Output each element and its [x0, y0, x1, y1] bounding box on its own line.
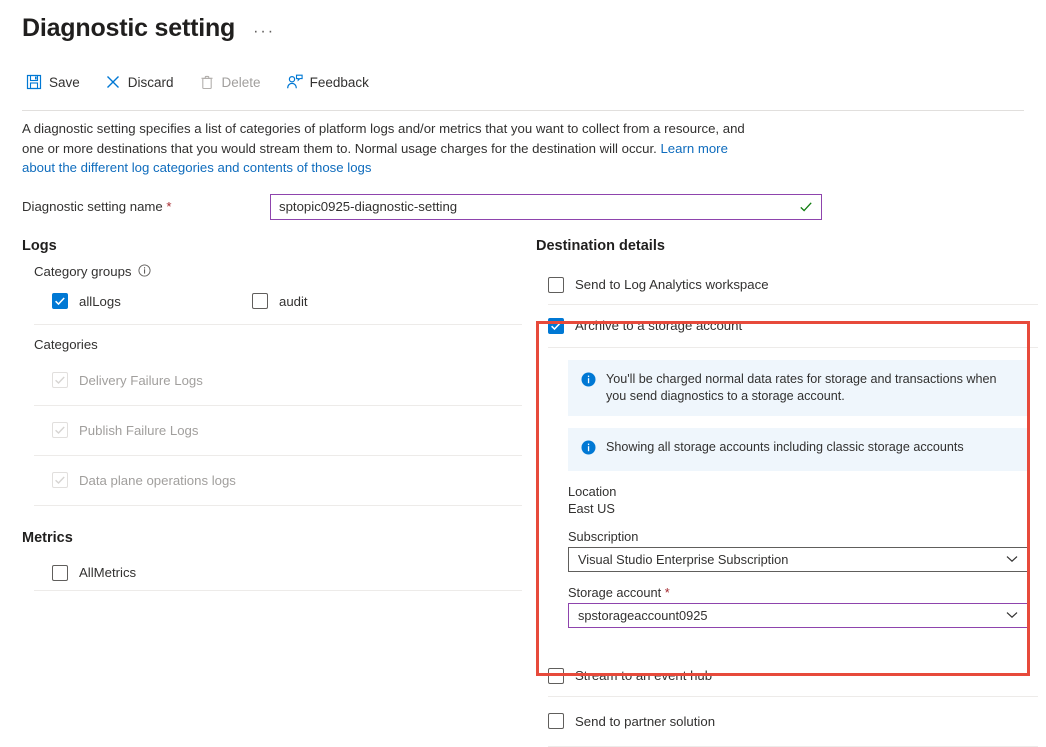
chevron-down-icon [1006, 550, 1018, 568]
label-delivery-failure-logs: Delivery Failure Logs [79, 373, 203, 388]
discard-label: Discard [128, 75, 174, 90]
page-title: Diagnostic setting [22, 11, 235, 45]
diagnostic-setting-name-row: Diagnostic setting name * [22, 194, 1024, 220]
delete-label: Delete [222, 75, 261, 90]
chevron-down-icon [1006, 606, 1018, 624]
checkbox-allLogs[interactable] [52, 293, 68, 309]
storage-account-label: Storage account * [568, 585, 1046, 600]
categories-label-row: Categories [34, 337, 524, 352]
settings-body: Logs Category groups [0, 238, 1046, 747]
description-body: A diagnostic setting specifies a list of… [22, 121, 745, 156]
feedback-label: Feedback [310, 75, 369, 90]
location-label: Location [568, 484, 1046, 499]
diagnostic-setting-name-input[interactable] [271, 195, 821, 219]
diagnostic-setting-page: Diagnostic setting ··· Save Discard [0, 0, 1046, 747]
checkbox-publish-failure-logs [52, 422, 68, 438]
label-allLogs: allLogs [79, 294, 121, 309]
more-options-icon[interactable]: ··· [253, 27, 275, 37]
metrics-section-title: Metrics [22, 530, 524, 546]
location-value: East US [568, 501, 1046, 516]
description-text: A diagnostic setting specifies a list of… [22, 111, 762, 178]
category-groups-label: Category groups [34, 264, 132, 279]
info-circle-icon [581, 372, 596, 405]
valid-check-icon [799, 200, 813, 219]
spacer [548, 628, 1046, 644]
label-audit: audit [279, 294, 308, 309]
destination-row-log-analytics[interactable]: Send to Log Analytics workspace [532, 266, 1046, 304]
name-label-text: Diagnostic setting name [22, 199, 163, 214]
feedback-button[interactable]: Feedback [284, 71, 379, 93]
archive-storage-panel: You'll be charged normal data rates for … [532, 360, 1046, 644]
diagnostic-setting-name-input-wrap[interactable] [270, 194, 822, 220]
info-message-classic-accounts: Showing all storage accounts including c… [568, 428, 1028, 471]
subscription-selected-value: Visual Studio Enterprise Subscription [569, 552, 1006, 567]
checkbox-event-hub[interactable] [548, 668, 564, 684]
info-circle-icon [581, 440, 596, 460]
discard-button[interactable]: Discard [103, 71, 184, 93]
checkbox-audit[interactable] [252, 293, 268, 309]
checkbox-delivery-failure-logs [52, 372, 68, 388]
category-row-data-plane-operations-logs: Data plane operations logs [22, 456, 524, 505]
storage-account-select[interactable]: spstorageaccount0925 [568, 603, 1028, 628]
divider [34, 324, 522, 325]
checkbox-log-analytics[interactable] [548, 277, 564, 293]
required-asterisk: * [665, 585, 670, 600]
info-message-data-rates: You'll be charged normal data rates for … [568, 360, 1028, 416]
label-partner-solution: Send to partner solution [575, 714, 715, 729]
metrics-row-allmetrics[interactable]: AllMetrics [22, 556, 524, 590]
subscription-label: Subscription [568, 529, 1046, 544]
divider [548, 746, 1038, 747]
diagnostic-setting-name-label: Diagnostic setting name * [22, 199, 270, 214]
checkbox-data-plane-operations-logs [52, 472, 68, 488]
divider [34, 590, 522, 591]
save-label: Save [49, 75, 80, 90]
divider [548, 347, 1038, 348]
label-archive-storage: Archive to a storage account [575, 318, 742, 333]
required-asterisk: * [166, 199, 171, 214]
category-row-delivery-failure-logs: Delivery Failure Logs [22, 356, 524, 405]
command-bar: Save Discard Delete [0, 64, 1046, 100]
label-event-hub: Stream to an event hub [575, 668, 712, 683]
save-button[interactable]: Save [24, 71, 90, 93]
checkbox-allmetrics[interactable] [52, 565, 68, 581]
info-icon[interactable] [138, 264, 151, 280]
logs-section-title: Logs [22, 238, 524, 254]
info-message-data-rates-text: You'll be charged normal data rates for … [606, 371, 1016, 405]
trash-icon [199, 74, 215, 90]
label-log-analytics: Send to Log Analytics workspace [575, 277, 769, 292]
category-group-allLogs[interactable]: allLogs [52, 293, 252, 309]
destination-details-column: Destination details Send to Log Analytic… [524, 238, 1046, 747]
storage-account-selected-value: spstorageaccount0925 [569, 608, 1006, 623]
save-icon [26, 74, 42, 90]
checkbox-archive-storage[interactable] [548, 318, 564, 334]
close-icon [105, 74, 121, 90]
category-row-publish-failure-logs: Publish Failure Logs [22, 406, 524, 455]
divider [34, 505, 522, 506]
label-allmetrics: AllMetrics [79, 565, 136, 580]
destination-details-title: Destination details [536, 238, 1046, 254]
label-data-plane-operations-logs: Data plane operations logs [79, 473, 236, 488]
storage-account-label-text: Storage account [568, 585, 661, 600]
category-groups-row: allLogs audit [22, 286, 524, 317]
destination-row-archive-storage[interactable]: Archive to a storage account [532, 305, 1046, 347]
info-message-classic-accounts-text: Showing all storage accounts including c… [606, 439, 964, 460]
subscription-select[interactable]: Visual Studio Enterprise Subscription [568, 547, 1028, 572]
page-header: Diagnostic setting ··· [0, 0, 1046, 46]
categories-label: Categories [34, 337, 98, 352]
checkbox-partner-solution[interactable] [548, 713, 564, 729]
logs-metrics-column: Logs Category groups [0, 238, 524, 747]
delete-button: Delete [197, 71, 271, 93]
label-publish-failure-logs: Publish Failure Logs [79, 423, 199, 438]
destination-row-event-hub[interactable]: Stream to an event hub [532, 656, 1046, 696]
feedback-person-icon [286, 74, 303, 90]
destination-row-partner-solution[interactable]: Send to partner solution [532, 697, 1046, 746]
category-group-audit[interactable]: audit [252, 293, 452, 309]
category-groups-label-row: Category groups [34, 264, 524, 280]
